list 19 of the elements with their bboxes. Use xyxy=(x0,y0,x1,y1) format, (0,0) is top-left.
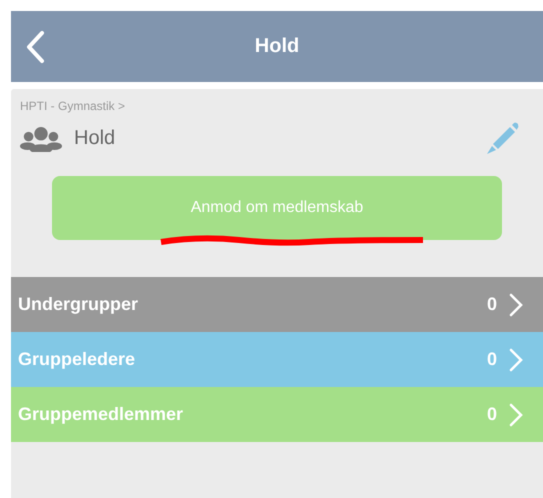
section-label: Undergrupper xyxy=(18,294,140,315)
edit-icon[interactable] xyxy=(485,120,521,156)
group-name: Hold xyxy=(74,126,116,150)
chevron-right-icon xyxy=(509,402,523,426)
section-row[interactable]: Gruppeledere 0 xyxy=(11,332,543,387)
section-row[interactable]: Undergrupper 0 xyxy=(11,277,543,332)
people-icon xyxy=(20,124,62,152)
chevron-right-icon xyxy=(509,348,523,372)
section-row[interactable]: Gruppemedlemmer 0 xyxy=(11,387,543,442)
request-membership-button[interactable]: Anmod om medlemskab xyxy=(52,176,502,240)
back-icon[interactable] xyxy=(25,30,45,64)
section-count: 0 xyxy=(486,349,497,370)
breadcrumb-link[interactable]: HPTI - Gymnastik > xyxy=(11,99,543,113)
section-count: 0 xyxy=(486,404,497,425)
section-label: Gruppeledere xyxy=(18,349,136,370)
section-count: 0 xyxy=(486,294,497,315)
chevron-right-icon xyxy=(509,292,523,316)
section-label: Gruppemedlemmer xyxy=(18,404,184,425)
screen-title: Hold xyxy=(254,35,300,58)
